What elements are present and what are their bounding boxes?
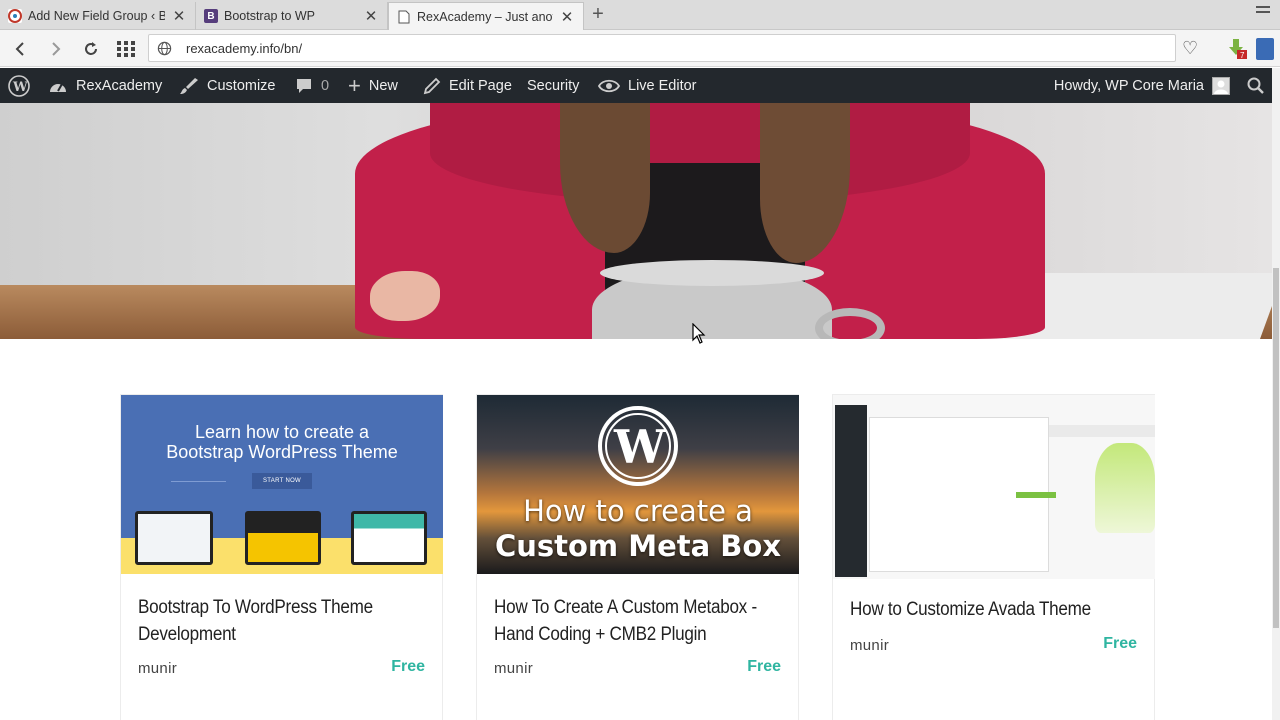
thumbnail-text: Learn how to create a bbox=[194, 422, 370, 442]
avatar bbox=[1212, 76, 1230, 95]
site-name: RexAcademy bbox=[76, 77, 163, 94]
paintbrush-icon bbox=[179, 77, 199, 95]
course-thumbnail[interactable]: Learn how to create a Bootstrap WordPres… bbox=[121, 395, 443, 574]
course-title-line: How To Create A Custom Metabox - bbox=[494, 597, 757, 618]
course-card[interactable]: Learn how to create a Bootstrap WordPres… bbox=[120, 394, 443, 720]
wp-logo-menu[interactable]: W bbox=[8, 68, 30, 103]
svg-text:7: 7 bbox=[1240, 51, 1245, 60]
tab-menu-icon[interactable] bbox=[1256, 6, 1270, 18]
forward-arrow-icon bbox=[52, 42, 61, 56]
dashboard-gauge-icon bbox=[48, 77, 68, 95]
course-author: munir bbox=[494, 660, 534, 677]
page-favicon-icon bbox=[397, 10, 411, 24]
course-title-line: How to Customize Avada Theme bbox=[850, 599, 1091, 620]
close-tab-icon[interactable]: ✕ bbox=[363, 8, 379, 25]
live-editor-link[interactable]: Live Editor bbox=[598, 68, 697, 103]
reload-icon bbox=[85, 42, 97, 55]
browser-tab-strip: Add New Field Group ‹ Bo ✕ B Bootstrap t… bbox=[0, 0, 1280, 30]
grid-icon bbox=[117, 41, 135, 57]
new-label: New bbox=[368, 77, 398, 94]
course-author: munir bbox=[138, 660, 178, 677]
course-thumbnail[interactable] bbox=[833, 395, 1155, 579]
hero-banner-image bbox=[0, 103, 1272, 339]
download-extension-icon[interactable]: 7 bbox=[1226, 38, 1247, 60]
extension-icon[interactable] bbox=[1256, 38, 1274, 60]
course-card[interactable]: How to Customize Avada Theme munir Free bbox=[832, 394, 1155, 720]
speed-dial-button[interactable] bbox=[114, 37, 138, 61]
browser-tab-rexacademy[interactable]: RexAcademy – Just anothe ✕ bbox=[388, 2, 584, 30]
comments-link[interactable]: 0 bbox=[295, 68, 329, 103]
search-icon[interactable] bbox=[1247, 77, 1264, 99]
forward-button[interactable] bbox=[44, 37, 68, 61]
course-thumbnail[interactable]: W How to create a Custom Meta Box bbox=[477, 395, 799, 574]
browser-toolbar: rexacademy.info/bn/ ♡ 7 bbox=[0, 30, 1280, 67]
back-arrow-icon bbox=[15, 42, 24, 56]
acf-favicon-icon bbox=[8, 9, 22, 23]
svg-text:W: W bbox=[12, 80, 28, 95]
course-title[interactable]: How To Create A Custom Metabox - Hand Co… bbox=[494, 594, 764, 648]
close-tab-icon[interactable]: ✕ bbox=[559, 9, 575, 26]
browser-tab-acf[interactable]: Add New Field Group ‹ Bo ✕ bbox=[0, 2, 196, 30]
course-price: Free bbox=[391, 658, 425, 675]
course-title-line: Hand Coding + CMB2 Plugin bbox=[494, 624, 707, 645]
bootstrap-favicon-icon: B bbox=[204, 9, 218, 23]
course-title[interactable]: Bootstrap To WordPress Theme Development bbox=[138, 594, 408, 648]
globe-icon bbox=[157, 41, 172, 56]
edit-page-link[interactable]: Edit Page bbox=[423, 68, 512, 103]
page-scrollbar[interactable] bbox=[1272, 68, 1280, 720]
comment-bubble-icon bbox=[295, 77, 313, 95]
new-tab-button[interactable]: + bbox=[588, 4, 608, 24]
eye-icon bbox=[598, 78, 620, 94]
thumbnail-text: Bootstrap WordPress Theme bbox=[166, 442, 398, 462]
course-price: Free bbox=[1103, 635, 1137, 652]
tab-title: RexAcademy – Just anothe bbox=[417, 9, 553, 24]
site-name-menu[interactable]: RexAcademy bbox=[48, 68, 162, 103]
course-author: munir bbox=[850, 637, 890, 654]
thumbnail-text: How to create a bbox=[523, 494, 753, 528]
address-bar[interactable]: rexacademy.info/bn/ bbox=[148, 34, 1176, 62]
pencil-icon bbox=[423, 77, 441, 95]
course-card[interactable]: W How to create a Custom Meta Box How To… bbox=[476, 394, 799, 720]
scrollbar-thumb[interactable] bbox=[1273, 268, 1279, 628]
tab-title: Bootstrap to WP bbox=[224, 9, 316, 23]
tab-title: Add New Field Group ‹ Bo bbox=[28, 9, 165, 23]
course-title-line: Bootstrap To WordPress Theme bbox=[138, 597, 373, 618]
course-price: Free bbox=[747, 658, 781, 675]
customize-label: Customize bbox=[207, 77, 276, 94]
close-tab-icon[interactable]: ✕ bbox=[171, 8, 187, 25]
thumbnail-button-text: START NOW bbox=[252, 473, 312, 489]
mouse-cursor-icon bbox=[692, 323, 706, 344]
comments-count: 0 bbox=[321, 77, 330, 94]
reload-button[interactable] bbox=[79, 37, 103, 61]
course-title[interactable]: How to Customize Avada Theme bbox=[850, 596, 1120, 623]
browser-tab-bootstrap[interactable]: B Bootstrap to WP ✕ bbox=[196, 2, 388, 30]
url-text: rexacademy.info/bn/ bbox=[186, 41, 303, 56]
customize-link[interactable]: Customize bbox=[179, 68, 276, 103]
bookmark-heart-icon[interactable]: ♡ bbox=[1182, 39, 1198, 57]
wp-admin-bar: W RexAcademy Customize 0 + New Edit Page… bbox=[0, 68, 1272, 103]
security-label: Security bbox=[527, 77, 580, 94]
thumbnail-text: Custom Meta Box bbox=[494, 529, 782, 563]
howdy-greeting: Howdy, WP Core Maria bbox=[1053, 77, 1204, 94]
my-account-menu[interactable]: Howdy, WP Core Maria bbox=[1054, 68, 1230, 103]
wordpress-logo-icon: W bbox=[598, 406, 678, 486]
plus-icon: + bbox=[348, 72, 361, 98]
new-content-menu[interactable]: + New bbox=[348, 68, 398, 103]
course-title-line: Development bbox=[138, 624, 236, 645]
wordpress-logo-icon: W bbox=[8, 74, 30, 97]
security-menu[interactable]: Security bbox=[527, 68, 579, 103]
live-editor-label: Live Editor bbox=[628, 77, 697, 94]
back-button[interactable] bbox=[8, 37, 32, 61]
svg-text:W: W bbox=[613, 420, 667, 474]
edit-page-label: Edit Page bbox=[449, 77, 512, 94]
